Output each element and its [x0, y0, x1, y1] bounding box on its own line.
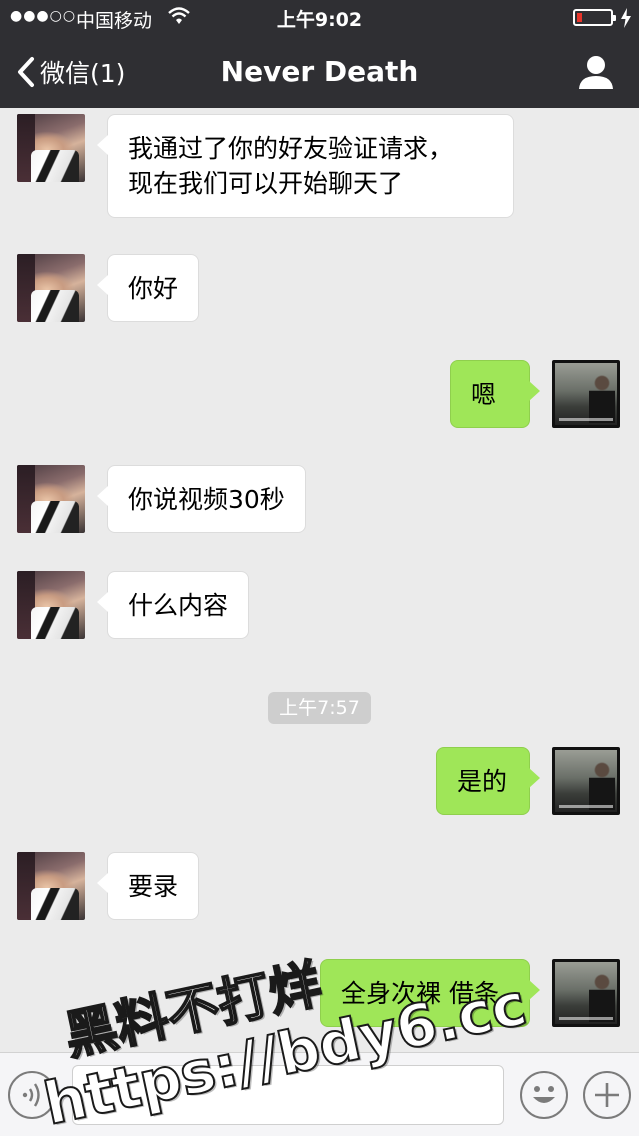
chat-history[interactable]: 我通过了你的好友验证请求， 现在我们可以开始聊天了 你好 嗯 你说视频30秒 什… — [0, 108, 639, 1052]
message-row: 我通过了你的好友验证请求， 现在我们可以开始聊天了 — [0, 114, 639, 218]
input-bar — [0, 1052, 639, 1136]
message-text-line: 我通过了你的好友验证请求， — [128, 134, 454, 163]
message-text-line: 现在我们可以开始聊天了 — [128, 169, 404, 198]
message-bubble-incoming[interactable]: 我通过了你的好友验证请求， 现在我们可以开始聊天了 — [97, 114, 514, 218]
message-bubble-incoming[interactable]: 要录 — [96, 852, 200, 920]
voice-button[interactable] — [8, 1071, 56, 1119]
my-avatar[interactable] — [552, 360, 620, 428]
message-row: 全身次裸 借条 — [0, 959, 639, 1029]
smiley-icon — [533, 1086, 555, 1103]
message-bubble-outgoing[interactable]: 是的 — [436, 747, 540, 815]
chat-title: Never Death — [220, 55, 419, 88]
time-divider: 上午7:57 — [268, 692, 371, 724]
contact-avatar[interactable] — [17, 114, 85, 182]
plus-icon — [595, 1083, 619, 1107]
my-avatar[interactable] — [552, 959, 620, 1027]
contact-avatar[interactable] — [17, 254, 85, 322]
more-button[interactable] — [583, 1071, 631, 1119]
contact-avatar[interactable] — [17, 571, 85, 639]
my-avatar[interactable] — [552, 747, 620, 815]
message-row: 你说视频30秒 — [0, 465, 639, 535]
message-bubble-outgoing[interactable]: 嗯 — [450, 360, 540, 428]
contact-avatar[interactable] — [17, 852, 85, 920]
status-time: 上午9:02 — [276, 9, 363, 31]
message-row: 你好 — [0, 254, 639, 324]
status-bar: ●●●○○ 中国移动 上午9:02 — [0, 0, 639, 36]
message-bubble-incoming[interactable]: 什么内容 — [96, 571, 250, 639]
message-bubble-incoming[interactable]: 你好 — [96, 254, 200, 322]
voice-icon — [22, 1083, 40, 1107]
person-icon[interactable] — [577, 54, 615, 90]
message-row: 什么内容 — [0, 571, 639, 641]
battery-icon — [573, 9, 616, 26]
message-row: 嗯 — [0, 360, 639, 430]
emoji-button[interactable] — [520, 1071, 568, 1119]
message-bubble-incoming[interactable]: 你说视频30秒 — [97, 465, 306, 533]
message-bubble-outgoing[interactable]: 全身次裸 借条 — [320, 959, 540, 1027]
message-row: 是的 — [0, 747, 639, 817]
top-bar: ●●●○○ 中国移动 上午9:02 微信(1) Never Death — [0, 0, 639, 108]
message-row: 要录 — [0, 852, 639, 922]
charging-icon — [621, 8, 631, 28]
contact-avatar[interactable] — [17, 465, 85, 533]
message-input[interactable] — [72, 1065, 504, 1125]
